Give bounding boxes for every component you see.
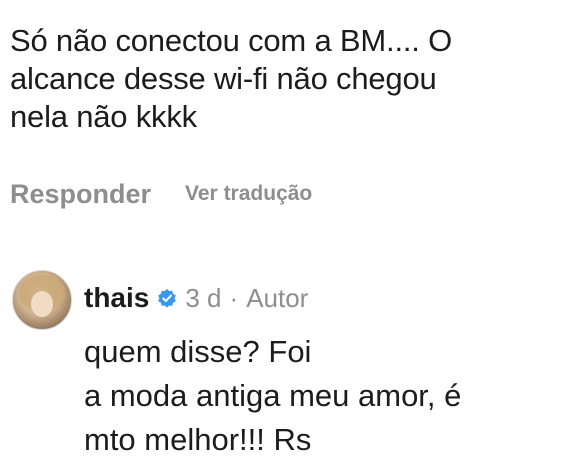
- author-label: Autor: [246, 282, 309, 313]
- reply-header: thais 3 d · Autor: [84, 280, 308, 316]
- comment-text: Só não conectou com a BM.... O alcance d…: [10, 23, 453, 134]
- reply-text: quem disse? Foi a moda antiga meu amor, …: [84, 334, 462, 457]
- comment-actions: Responder Ver tradução: [10, 174, 312, 214]
- verified-badge-icon: [158, 289, 177, 308]
- meta-separator: ·: [229, 282, 239, 313]
- avatar-face: [31, 291, 53, 317]
- translate-button[interactable]: Ver tradução: [185, 182, 312, 206]
- reply-button[interactable]: Responder: [10, 179, 151, 210]
- username[interactable]: thais: [84, 282, 149, 314]
- avatar[interactable]: [12, 270, 72, 330]
- reply-time: 3 d: [185, 282, 222, 313]
